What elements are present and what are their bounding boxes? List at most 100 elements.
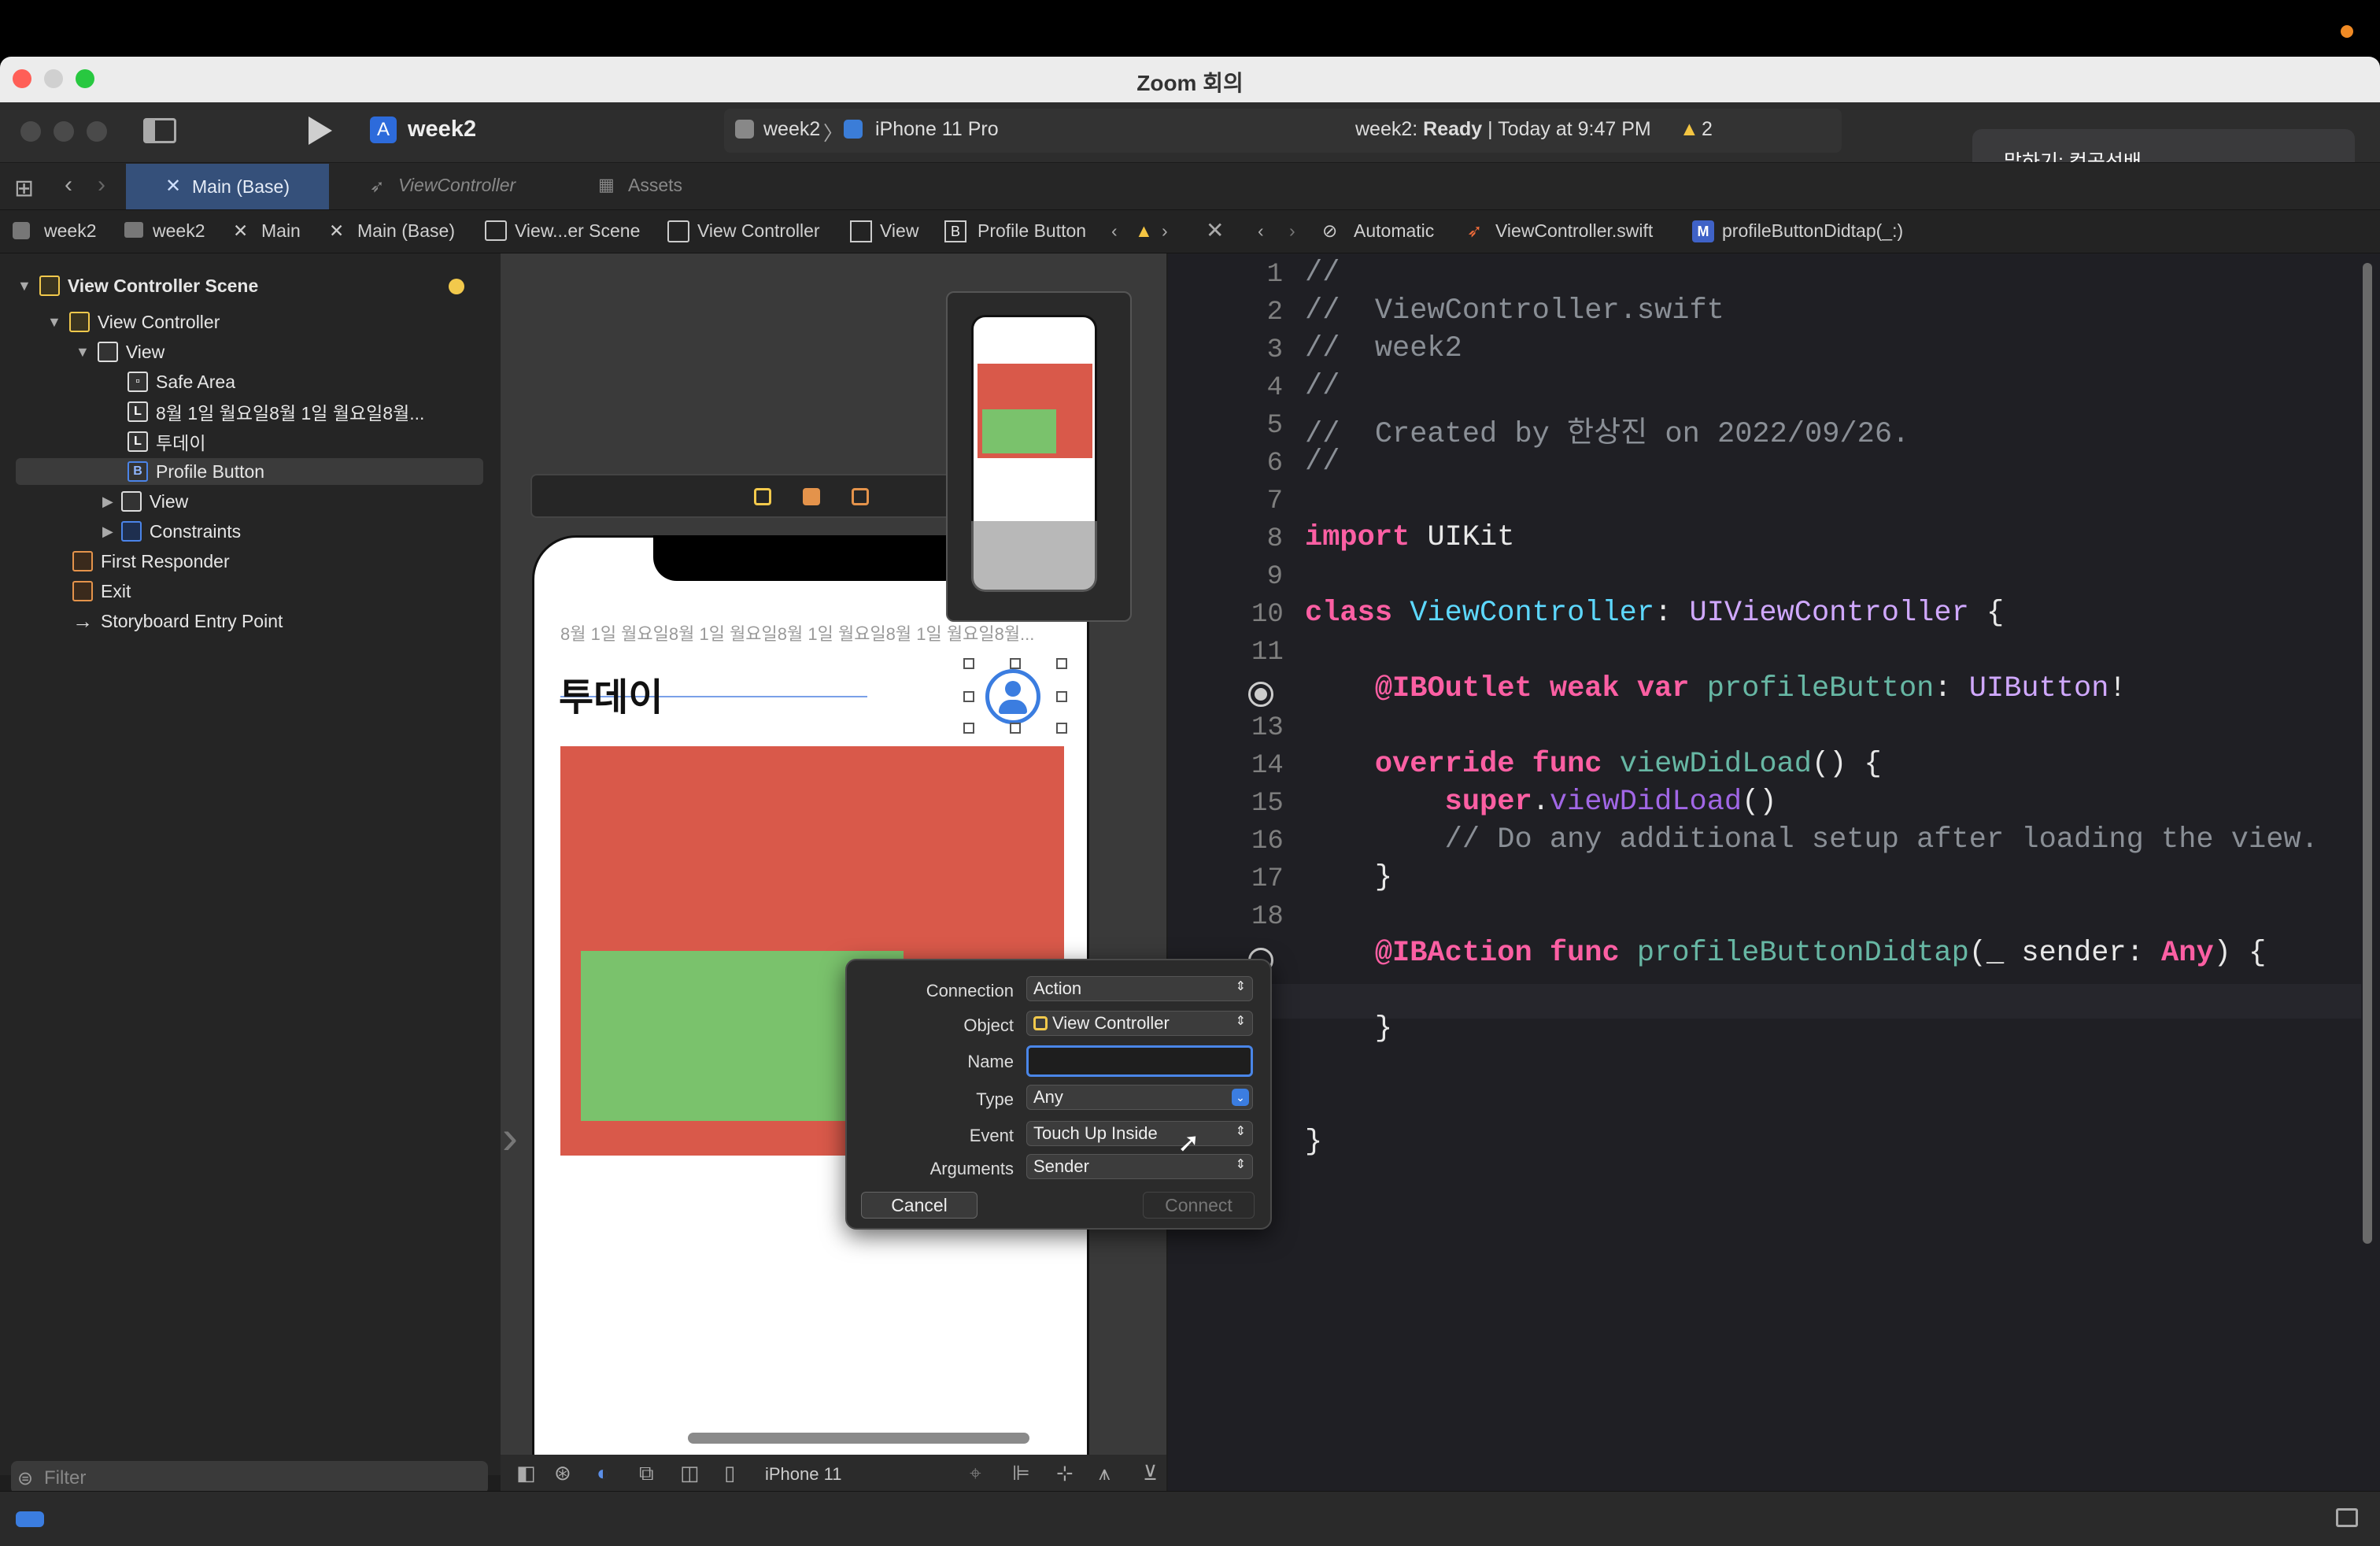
tab-main-base[interactable]: ✕ Main (Base): [126, 164, 329, 209]
xcode-close-button[interactable]: [20, 121, 41, 142]
device-preview-label[interactable]: iPhone 11: [765, 1464, 841, 1485]
exit-icon: [72, 581, 93, 601]
split-icon[interactable]: ◫: [680, 1461, 700, 1485]
resize-handle[interactable]: [1056, 723, 1067, 734]
jump-method[interactable]: profileButtonDidtap(_:): [1722, 220, 1903, 242]
title-label[interactable]: 투데이: [559, 666, 663, 721]
warning-icon[interactable]: ▲: [1680, 118, 1699, 141]
filter-placeholder[interactable]: Filter: [44, 1467, 86, 1489]
outline-item-scene[interactable]: ▼ View Controller Scene: [17, 271, 258, 301]
appearance-icon[interactable]: ◐: [597, 1461, 609, 1485]
person-icon: [1005, 681, 1021, 697]
jump-profile-button[interactable]: Profile Button: [978, 220, 1086, 242]
disclosure-open-icon[interactable]: ▼: [76, 344, 90, 361]
canvas-horizontal-scrollbar[interactable]: [688, 1433, 1029, 1444]
xcode-app-icon: A: [370, 117, 397, 143]
resize-handle[interactable]: [963, 723, 974, 734]
device-selector[interactable]: iPhone 11 Pro: [875, 118, 999, 141]
jump-automatic[interactable]: Automatic: [1354, 220, 1434, 242]
outline-item-safe-area[interactable]: ▫ Safe Area: [128, 367, 235, 397]
outline-item-profile-button[interactable]: B Profile Button: [128, 457, 264, 486]
name-field[interactable]: [1026, 1045, 1253, 1077]
outline-item-exit[interactable]: Exit: [72, 576, 131, 606]
resize-handle[interactable]: [1010, 658, 1021, 669]
jump-scene[interactable]: View...er Scene: [515, 220, 640, 242]
outline-item-subview[interactable]: ▶ View: [102, 486, 188, 516]
outline-item-constraints[interactable]: ▶ Constraints: [102, 516, 241, 546]
connect-button[interactable]: Connect: [1143, 1192, 1255, 1219]
select-arrows-icon: ⇕: [1235, 1125, 1246, 1138]
back-arrow-icon[interactable]: ‹: [65, 172, 72, 198]
xcode-zoom-button[interactable]: [87, 121, 107, 142]
editor-scrollbar[interactable]: [2363, 263, 2372, 1244]
pin-icon[interactable]: ⊹: [1056, 1461, 1074, 1485]
type-label: Type: [976, 1089, 1014, 1109]
jump-view[interactable]: View: [880, 220, 918, 242]
disclosure-open-icon[interactable]: ▼: [47, 314, 61, 331]
update-frames-icon[interactable]: ⌖: [970, 1461, 981, 1486]
object-select[interactable]: View Controller ⇕: [1026, 1011, 1253, 1036]
resize-handle[interactable]: [1056, 658, 1067, 669]
line-number: 16: [1251, 827, 1284, 856]
disclosure-open-icon[interactable]: ▼: [17, 278, 31, 294]
back-arrow-icon[interactable]: ‹: [1258, 220, 1264, 242]
xcode-minimize-button[interactable]: [54, 121, 74, 142]
hide-debug-icon[interactable]: [16, 1511, 44, 1527]
resolve-issues-icon[interactable]: ⩚: [1099, 1461, 1111, 1486]
arguments-select[interactable]: Sender ⇕: [1026, 1154, 1253, 1179]
grid-icon[interactable]: ⊞: [14, 175, 34, 202]
orientation-icon[interactable]: ⧉: [639, 1461, 654, 1486]
first-responder-icon[interactable]: [803, 488, 820, 505]
warning-count[interactable]: 2: [1702, 118, 1713, 141]
accessibility-icon[interactable]: ⊛: [554, 1461, 571, 1485]
sidebar-toggle-icon[interactable]: [143, 118, 176, 143]
connection-select[interactable]: Action ⇕: [1026, 976, 1253, 1001]
forward-arrow-icon[interactable]: ›: [98, 172, 105, 198]
tab-assets[interactable]: Assets: [628, 175, 682, 196]
close-editor-icon[interactable]: ✕: [1206, 217, 1224, 243]
resize-handle[interactable]: [1056, 691, 1067, 702]
tab-viewcontroller[interactable]: ViewController: [398, 175, 516, 196]
event-select[interactable]: Touch Up Inside ⇕: [1026, 1121, 1253, 1146]
jump-view-controller[interactable]: View Controller: [697, 220, 820, 242]
view-controller-icon[interactable]: [754, 488, 771, 505]
exit-icon[interactable]: [852, 488, 869, 505]
resize-handle[interactable]: [1010, 723, 1021, 734]
run-button[interactable]: [309, 117, 332, 145]
disclosure-closed-icon[interactable]: ▶: [102, 523, 113, 540]
cancel-button[interactable]: Cancel: [861, 1192, 978, 1219]
automatic-icon: ⊘: [1322, 220, 1338, 241]
outline-toggle-icon[interactable]: ◧: [516, 1461, 536, 1485]
panel-toggle-icon[interactable]: [2336, 1508, 2358, 1527]
outline-item-entry-point[interactable]: → Storyboard Entry Point: [72, 606, 283, 636]
device-icon[interactable]: ▯: [724, 1461, 735, 1485]
forward-arrow-icon[interactable]: ›: [1289, 220, 1295, 242]
outlet-connected-icon[interactable]: [1248, 682, 1273, 707]
date-label[interactable]: 8월 1일 월요일8월 1일 월요일8월 1일 월요일8월 1일 월요일8월..…: [560, 620, 1064, 645]
jump-main-base[interactable]: Main (Base): [357, 220, 455, 242]
embed-in-icon[interactable]: ⊻: [1143, 1461, 1158, 1485]
scheme-selector[interactable]: week2: [763, 118, 820, 141]
resize-handle[interactable]: [963, 691, 974, 702]
outline-item-view[interactable]: ▼ View: [76, 337, 164, 367]
jump-week2-project[interactable]: week2: [44, 220, 96, 242]
outline-label: Constraints: [149, 520, 242, 542]
disclosure-closed-icon[interactable]: ▶: [102, 494, 113, 510]
outline-item-title-label[interactable]: L 투데이: [128, 427, 205, 457]
jump-swift-file[interactable]: ViewController.swift: [1495, 220, 1653, 242]
resize-handle[interactable]: [963, 658, 974, 669]
jump-week2-folder[interactable]: week2: [153, 220, 205, 242]
outline-item-view-controller[interactable]: ▼ View Controller: [47, 307, 220, 337]
line-number: 15: [1251, 789, 1284, 819]
chevron-right-icon[interactable]: ›: [1162, 220, 1168, 242]
profile-button[interactable]: [985, 669, 1040, 724]
outline-item-date-label[interactable]: L 8월 1일 월요일8월 1일 월요일8월...: [128, 397, 424, 427]
type-select[interactable]: Any ⌄: [1026, 1085, 1253, 1110]
warning-icon[interactable]: ▲: [1135, 220, 1153, 242]
outline-item-first-responder[interactable]: First Responder: [72, 546, 230, 576]
chevron-left-icon[interactable]: ‹: [1111, 220, 1118, 242]
zoom-window-title: Zoom 회의: [1136, 71, 1244, 95]
jump-main[interactable]: Main: [261, 220, 301, 242]
warning-dot-icon[interactable]: [449, 279, 464, 294]
align-icon[interactable]: ⊫: [1012, 1461, 1030, 1485]
